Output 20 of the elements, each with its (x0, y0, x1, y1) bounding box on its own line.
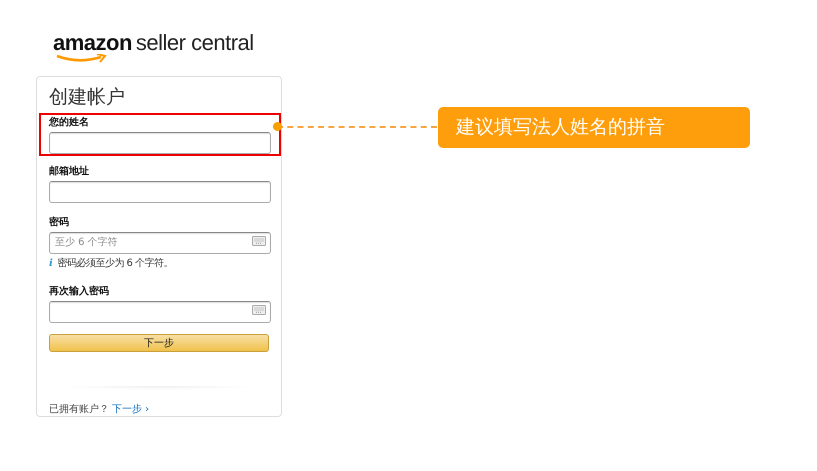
next-link[interactable]: 下一步 › (112, 402, 150, 416)
input-field[interactable] (49, 180, 271, 202)
callout-label: 建议填写法人姓名的拼音 (438, 107, 750, 148)
smile-arrow-icon (55, 54, 109, 64)
field-label: 密码 (49, 216, 70, 230)
keyboard-icon[interactable] (252, 236, 266, 246)
input-field[interactable] (49, 132, 271, 154)
next-button[interactable]: 下一步 (49, 334, 269, 352)
brand-name: amazon (53, 30, 132, 56)
product-name: seller central (136, 30, 254, 56)
password-hint: 密码必须至少为 6 个字符。 (57, 256, 174, 270)
password-field[interactable]: 至少 6 个字符 (49, 232, 271, 254)
info-icon: i (49, 258, 52, 268)
keyboard-icon[interactable] (252, 305, 266, 315)
footer-text: 已拥有账户？ (49, 402, 109, 416)
form-title: 创建帐户 (49, 85, 126, 109)
field-label: 邮箱地址 (49, 165, 90, 179)
field-label: 您的姓名 (49, 116, 90, 130)
field-label: 再次输入密码 (49, 285, 110, 299)
password-field[interactable] (49, 300, 271, 322)
